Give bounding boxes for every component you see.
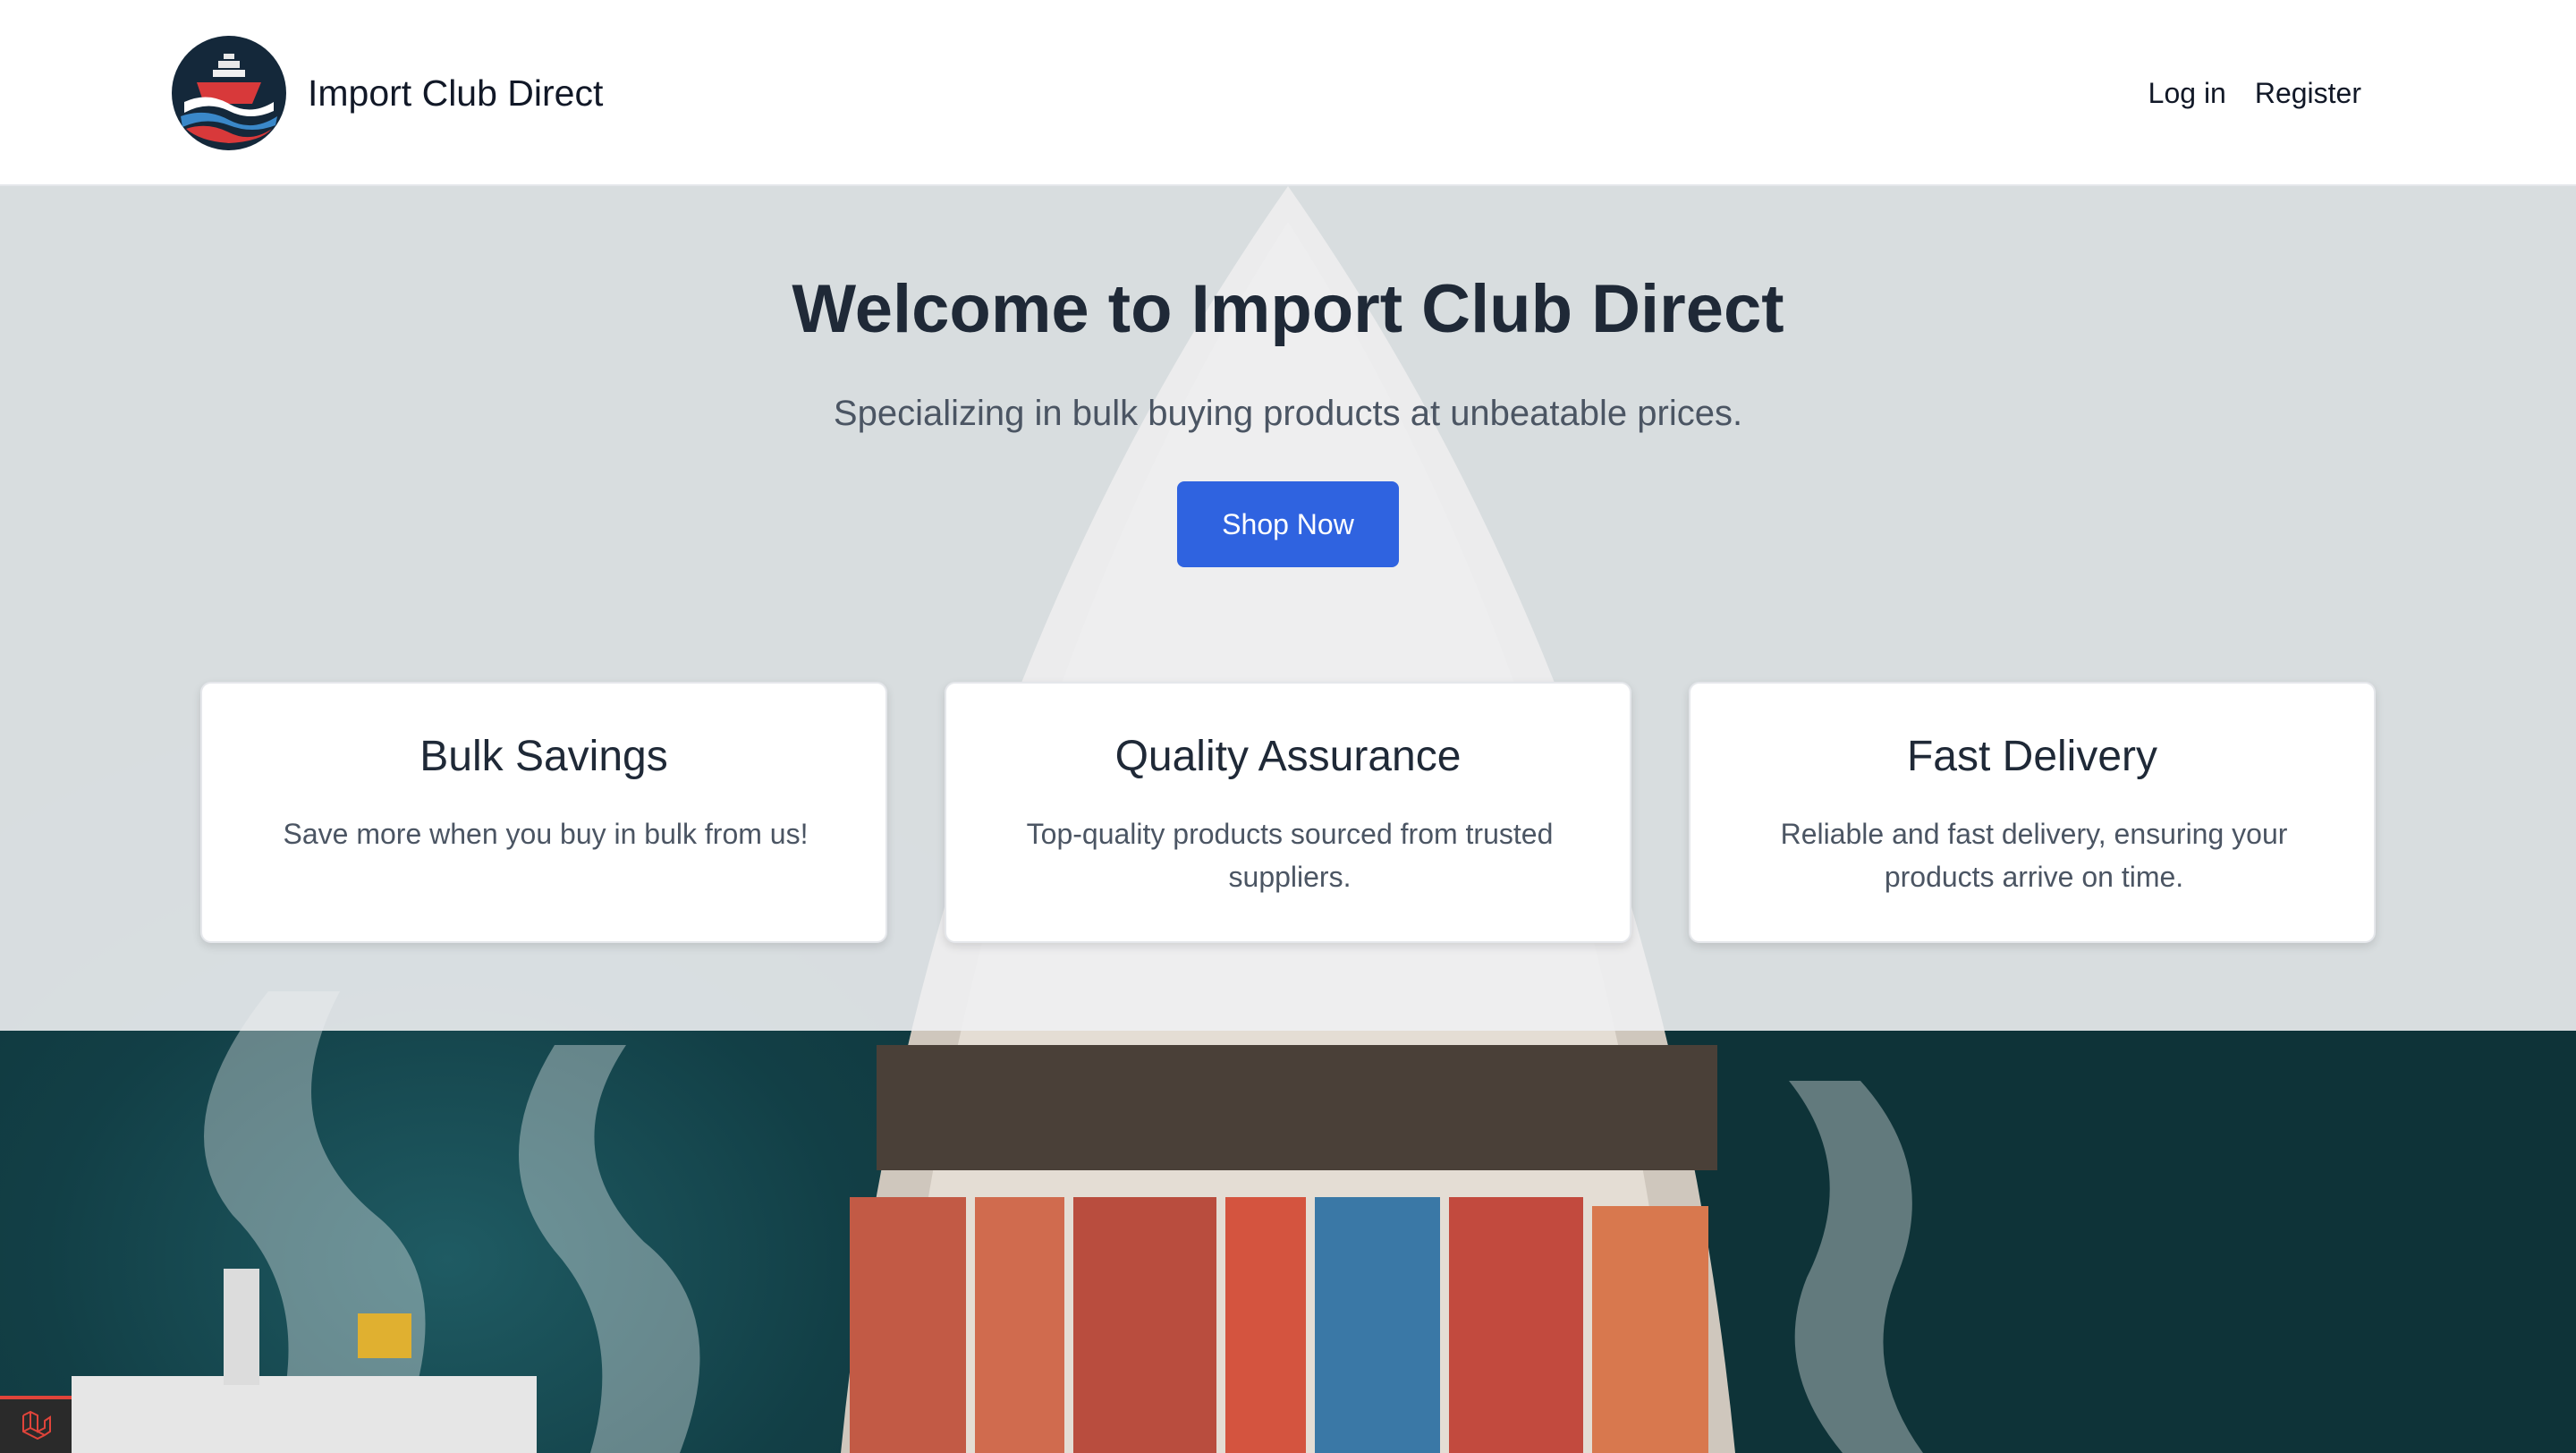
feature-card-quality-assurance: Quality Assurance Top-quality products s…	[945, 682, 1631, 943]
hero-title: Welcome to Import Club Direct	[792, 271, 1784, 347]
login-link[interactable]: Log in	[2148, 68, 2226, 118]
feature-title: Bulk Savings	[419, 733, 668, 780]
brand-name[interactable]: Import Club Direct	[308, 68, 603, 118]
feature-title: Quality Assurance	[1114, 733, 1462, 780]
site-header: Import Club Direct Log in Register	[0, 0, 2576, 186]
feature-text: Save more when you buy in bulk from us!	[283, 818, 809, 850]
ship-logo-icon[interactable]	[172, 36, 286, 150]
shop-now-button[interactable]: Shop Now	[1177, 481, 1399, 567]
feature-card-fast-delivery: Fast Delivery Reliable and fast delivery…	[1689, 682, 2376, 943]
hero-subtitle: Specializing in bulk buying products at …	[833, 394, 1743, 433]
feature-card-bulk-savings: Bulk Savings Save more when you buy in b…	[200, 682, 887, 943]
auth-nav: Log in Register	[2148, 68, 2361, 118]
register-link[interactable]: Register	[2255, 68, 2361, 118]
laravel-icon[interactable]	[0, 1396, 72, 1453]
feature-title: Fast Delivery	[1906, 733, 2158, 780]
feature-text: Reliable and fast delivery, ensuring you…	[1780, 818, 2288, 893]
feature-text: Top-quality products sourced from truste…	[1026, 818, 1554, 893]
